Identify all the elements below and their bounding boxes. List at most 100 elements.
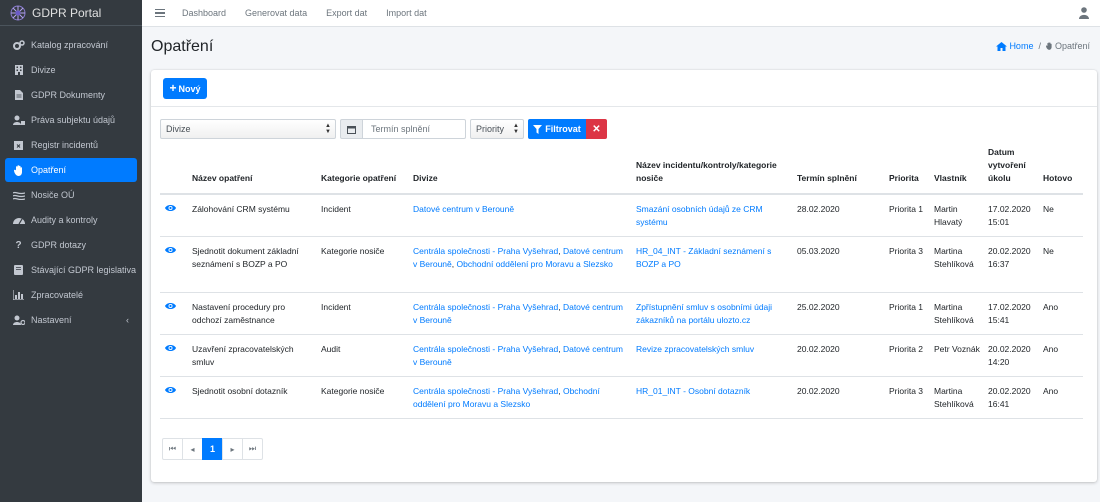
prev-page-button[interactable]: ◂ [182, 438, 203, 460]
cell-priorita: Priorita 1 [885, 292, 930, 335]
cell-incident: Zpřístupnění smluv s osobními údaji záka… [632, 292, 793, 335]
column-header[interactable]: Vlastník [930, 146, 984, 195]
sidebar-nav: Katalog zpracování Divize GDPR Dokumenty… [0, 26, 142, 332]
topnav-dashboard[interactable]: Dashboard [182, 8, 226, 18]
sidebar-item-label: Registr incidentů [31, 140, 99, 150]
breadcrumb-separator: / [1038, 41, 1041, 51]
cell-nazev: Sjednotit osobní dotazník [188, 376, 317, 419]
eye-icon[interactable] [165, 302, 176, 310]
column-header[interactable]: Divize [409, 146, 632, 195]
sidebar-item-opatreni[interactable]: Opatření [5, 158, 137, 182]
sidebar-item-label: Zpracovatelé [31, 290, 84, 300]
top-navbar: Dashboard Generovat data Export dat Impo… [142, 0, 1100, 27]
sidebar-item-prava-subjektu[interactable]: Práva subjektu údajů [5, 108, 137, 132]
cell-incident: Revize zpracovatelských smluv [632, 334, 793, 377]
column-header[interactable]: Název incidentu/kontroly/kategorie nosič… [632, 146, 793, 195]
column-header[interactable]: Datum vytvoření úkolu [984, 146, 1039, 195]
column-header[interactable]: Priorita [885, 146, 930, 195]
topnav-export-dat[interactable]: Export dat [326, 8, 367, 18]
sidebar-item-label: Audity a kontroly [31, 215, 98, 225]
cell-hotovo: Ano [1039, 292, 1083, 335]
breadcrumb-home[interactable]: Home [1009, 41, 1033, 51]
sidebar-item-registr-incidentu[interactable]: Registr incidentů [5, 133, 137, 157]
priorita-select[interactable]: Priority ▲ ▼ [470, 119, 524, 139]
page-title: Opatření [151, 38, 214, 55]
chevron-left-icon: ‹ [126, 315, 129, 325]
cell-priorita: Priorita 2 [885, 334, 930, 377]
user-lock-icon [12, 115, 25, 125]
sidebar-item-gdpr-dokumenty[interactable]: GDPR Dokumenty [5, 83, 137, 107]
sidebar-item-legislativa[interactable]: Stávající GDPR legislativa [5, 258, 137, 282]
sidebar-item-audity[interactable]: Audity a kontroly [5, 208, 137, 232]
hand-icon [12, 164, 25, 176]
calendar-icon[interactable] [340, 119, 362, 139]
action-cell [160, 292, 188, 335]
termin-splneni-input[interactable] [362, 119, 466, 139]
eye-icon[interactable] [165, 386, 176, 394]
hamburger-menu-icon[interactable] [155, 7, 165, 20]
divize-link[interactable]: Centrála společnosti - Praha Vyšehrad [413, 344, 558, 354]
sidebar: GDPR Portal Katalog zpracování Divize GD… [0, 0, 142, 502]
user-cog-icon [12, 315, 25, 325]
clear-filter-button[interactable]: ✕ [586, 119, 607, 139]
divize-link[interactable]: Obchodní oddělení pro Moravu a Slezsko [456, 259, 612, 269]
cell-termin: 20.02.2020 [793, 334, 885, 377]
sidebar-item-katalog[interactable]: Katalog zpracování [5, 33, 137, 57]
sidebar-item-label: GDPR Dokumenty [31, 90, 106, 100]
eye-icon[interactable] [165, 246, 176, 254]
card-header: + Nový [151, 70, 1097, 107]
cell-vlastnik: Martina Stehlíková [930, 292, 984, 335]
table-row: Sjednotit osobní dotazník Kategorie nosi… [160, 376, 1083, 419]
sidebar-item-label: Nastavení [31, 315, 72, 325]
column-header[interactable]: Kategorie opatření [317, 146, 409, 195]
eye-icon[interactable] [165, 204, 176, 212]
divize-link[interactable]: Centrála společnosti - Praha Vyšehrad [413, 386, 558, 396]
incident-link[interactable]: Smazání osobních údajů ze CRM systému [636, 204, 763, 227]
eye-icon[interactable] [165, 344, 176, 352]
sidebar-item-divize[interactable]: Divize [5, 58, 137, 82]
cell-hotovo: Ano [1039, 334, 1083, 377]
column-header[interactable]: Hotovo [1039, 146, 1083, 195]
cell-kategorie: Kategorie nosiče [317, 376, 409, 419]
cell-kategorie: Incident [317, 194, 409, 237]
last-page-button[interactable]: ⏭ [242, 438, 263, 460]
sidebar-item-label: Nosiče OÚ [31, 190, 75, 200]
topnav-generovat-data[interactable]: Generovat data [245, 8, 307, 18]
book-icon [12, 265, 25, 275]
cogs-icon [12, 40, 25, 50]
brand[interactable]: GDPR Portal [0, 0, 142, 26]
filter-button[interactable]: Filtrovat [528, 119, 586, 139]
sidebar-item-gdpr-dotazy[interactable]: ? GDPR dotazy [5, 233, 137, 257]
sidebar-item-nastaveni[interactable]: Nastavení ‹ [5, 308, 137, 332]
cell-priorita: Priorita 3 [885, 236, 930, 293]
divize-link[interactable]: Centrála společnosti - Praha Vyšehrad [413, 246, 558, 256]
sidebar-item-zpracovatele[interactable]: Zpracovatelé [5, 283, 137, 307]
cell-incident: Smazání osobních údajů ze CRM systému [632, 194, 793, 237]
cell-datum: 20.02.2020 16:37 [984, 236, 1039, 293]
column-header[interactable]: Název opatření [188, 146, 317, 195]
incident-link[interactable]: Revize zpracovatelských smluv [636, 344, 754, 354]
incident-link[interactable]: HR_01_INT - Osobní dotazník [636, 386, 750, 396]
topnav-import-dat[interactable]: Import dat [386, 8, 427, 18]
action-cell [160, 194, 188, 237]
first-page-button[interactable]: ⏮ [162, 438, 183, 460]
column-header[interactable]: Termín splnění [793, 146, 885, 195]
next-page-button[interactable]: ▸ [222, 438, 243, 460]
new-button[interactable]: + Nový [163, 78, 207, 99]
cell-nazev: Sjednotit dokument základní seznámení s … [188, 236, 317, 293]
breadcrumb-current: Opatření [1054, 41, 1090, 51]
page-button-current[interactable]: 1 [202, 438, 223, 460]
cell-divize: Centrála společnosti - Praha Vyšehrad, D… [409, 292, 632, 335]
chart-icon [12, 290, 25, 300]
sidebar-item-label: Divize [31, 65, 56, 75]
user-icon[interactable] [1079, 7, 1089, 19]
sidebar-item-nosice[interactable]: Nosiče OÚ [5, 183, 137, 207]
divize-link[interactable]: Datové centrum v Berouně [413, 204, 514, 214]
divize-select[interactable]: Divize ▲ ▼ [160, 119, 336, 139]
divize-link[interactable]: Centrála společnosti - Praha Vyšehrad [413, 302, 558, 312]
incident-link[interactable]: Zpřístupnění smluv s osobními údaji záka… [636, 302, 772, 325]
incident-link[interactable]: HR_04_INT - Základní seznámení s BOZP a … [636, 246, 771, 269]
cell-divize: Datové centrum v Berouně [409, 194, 632, 237]
select-arrows-icon: ▲ ▼ [513, 123, 519, 135]
sidebar-item-label: Katalog zpracování [31, 40, 109, 50]
